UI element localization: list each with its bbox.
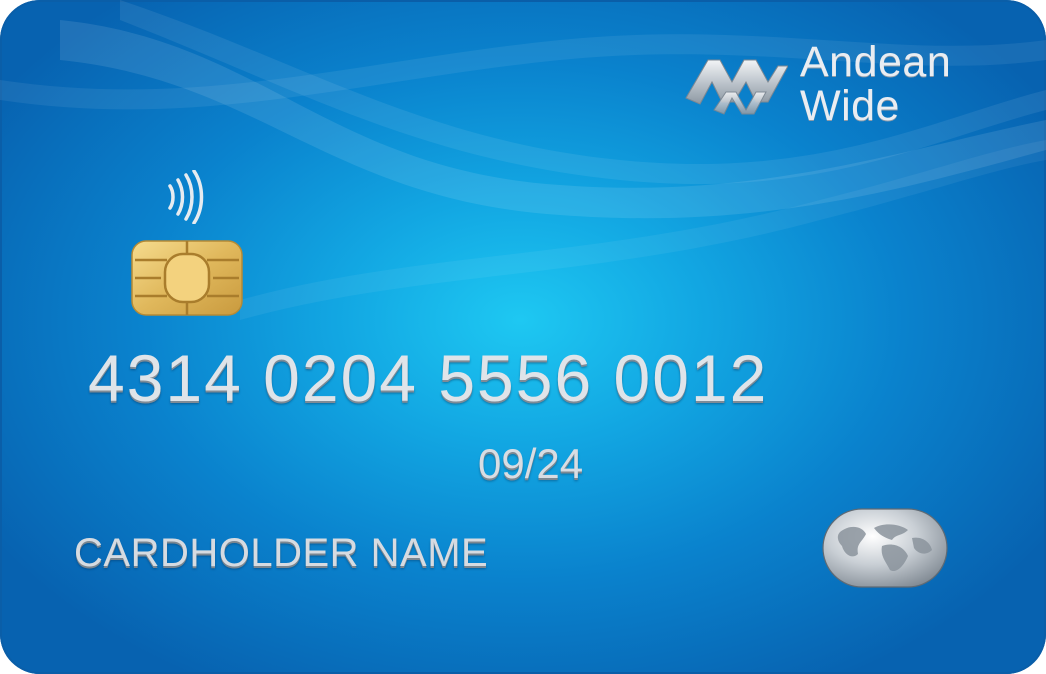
expiry-date: 09/24 <box>478 440 584 487</box>
brand-name: Andean Wide <box>800 40 1000 128</box>
andean-wide-logo <box>685 59 788 115</box>
card-number: 4314 0204 5556 0012 <box>88 341 769 415</box>
contactless-icon <box>168 170 204 224</box>
brand-name-line2: Wide <box>800 82 900 130</box>
brand-name-line1: Andean <box>800 38 952 86</box>
globe-hologram <box>822 508 948 588</box>
credit-card: Andean Wide 4314 0204 5556 0012 09/24 CA… <box>0 0 1046 674</box>
emv-chip <box>131 240 243 316</box>
cardholder-name: CARDHOLDER NAME <box>74 531 489 575</box>
